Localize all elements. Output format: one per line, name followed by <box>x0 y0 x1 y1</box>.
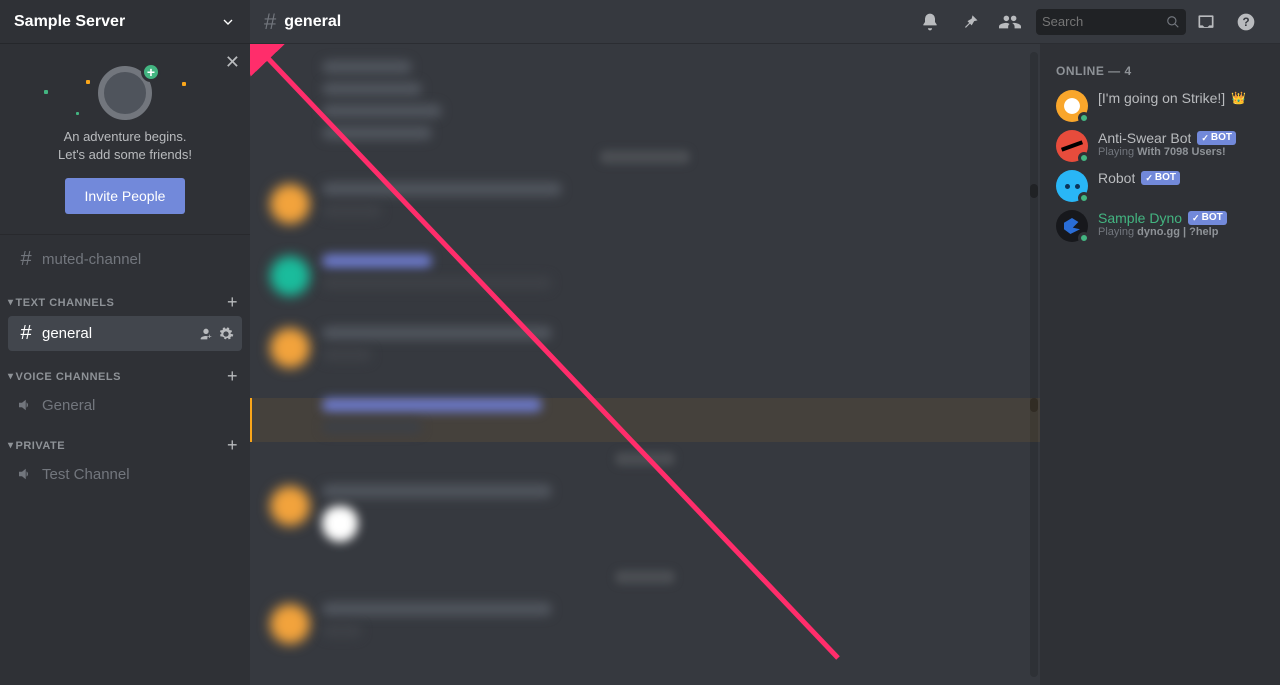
bot-tag: ✓BOT <box>1188 211 1227 225</box>
welcome-line2: Let's add some friends! <box>58 146 192 164</box>
chevron-down-icon <box>220 14 236 30</box>
invite-people-button[interactable]: Invite People <box>65 178 186 214</box>
category-label: PRIVATE <box>16 440 227 452</box>
bot-tag: ✓BOT <box>1141 171 1180 185</box>
channel-name: general <box>284 13 341 31</box>
message-blurred <box>250 326 1040 370</box>
chat-area <box>250 44 1040 685</box>
create-channel-icon[interactable]: + <box>227 435 238 456</box>
member-list: ONLINE — 4 [I'm going on Strike!] 👑 Anti-S… <box>1040 44 1280 685</box>
svg-text:?: ? <box>1242 16 1249 29</box>
message-blurred <box>250 60 1040 140</box>
members-online-header: ONLINE — 4 <box>1048 64 1272 86</box>
channel-label: Test Channel <box>42 466 234 483</box>
category-voice-channels[interactable]: ▾ VOICE CHANNELS + <box>0 352 250 389</box>
status-online-icon <box>1078 192 1090 204</box>
gear-icon[interactable] <box>218 326 234 342</box>
status-online-icon <box>1078 232 1090 244</box>
welcome-card: ✕ + An adventure begins. Let's add some … <box>0 44 250 235</box>
pinned-messages-icon[interactable] <box>956 8 984 36</box>
member-name: Sample Dyno <box>1098 210 1182 226</box>
channel-sidebar: ✕ + An adventure begins. Let's add some … <box>0 44 250 685</box>
server-header[interactable]: Sample Server <box>0 0 250 44</box>
speaker-icon <box>16 465 36 483</box>
status-online-icon <box>1078 152 1090 164</box>
channel-label: General <box>42 397 234 414</box>
create-channel-icon[interactable]: + <box>227 366 238 387</box>
create-invite-icon[interactable] <box>198 326 214 342</box>
avatar <box>1056 90 1088 122</box>
date-divider <box>270 570 1020 584</box>
chevron-down-icon: ▾ <box>8 297 14 308</box>
notifications-icon[interactable] <box>916 8 944 36</box>
status-online-icon <box>1078 112 1090 124</box>
welcome-line1: An adventure begins. <box>64 128 187 146</box>
crown-icon: 👑 <box>1231 91 1246 105</box>
message-blurred <box>250 182 1040 226</box>
search-box[interactable] <box>1036 9 1186 35</box>
message-blurred <box>250 602 1040 646</box>
member-name: Robot <box>1098 170 1135 186</box>
member-item[interactable]: [I'm going on Strike!] 👑 <box>1048 86 1272 126</box>
search-input[interactable] <box>1042 14 1152 29</box>
date-divider <box>270 452 1020 466</box>
channel-label: muted-channel <box>42 251 234 268</box>
category-label: VOICE CHANNELS <box>16 371 227 383</box>
channel-list: # muted-channel ▾ TEXT CHANNELS + # gene… <box>0 235 250 685</box>
category-label: TEXT CHANNELS <box>16 297 227 309</box>
member-activity: Playing dyno.gg | ?help <box>1098 226 1227 238</box>
member-item[interactable]: Robot ✓BOT <box>1048 166 1272 206</box>
member-item[interactable]: Anti-Swear Bot ✓BOTPlaying With 7098 User… <box>1048 126 1272 166</box>
voice-channel-general[interactable]: General <box>8 390 242 420</box>
channel-header: # general ? <box>250 0 1280 44</box>
channel-muted[interactable]: # muted-channel <box>8 242 242 277</box>
plus-icon: + <box>141 62 161 82</box>
chevron-down-icon: ▾ <box>8 440 14 451</box>
channel-label: general <box>42 325 198 342</box>
help-icon[interactable]: ? <box>1232 8 1260 36</box>
search-icon <box>1166 15 1180 29</box>
create-channel-icon[interactable]: + <box>227 292 238 313</box>
member-item[interactable]: Sample Dyno ✓BOTPlaying dyno.gg | ?help <box>1048 206 1272 246</box>
voice-channel-test[interactable]: Test Channel <box>8 459 242 489</box>
server-name: Sample Server <box>14 13 125 31</box>
message-mention-blurred <box>250 398 1040 442</box>
member-name: Anti-Swear Bot <box>1098 130 1191 146</box>
speaker-icon <box>16 396 36 414</box>
hash-icon: # <box>16 248 36 271</box>
member-list-icon[interactable] <box>996 8 1024 36</box>
message-blurred <box>250 254 1040 298</box>
category-text-channels[interactable]: ▾ TEXT CHANNELS + <box>0 278 250 315</box>
hash-icon: # <box>16 322 36 345</box>
avatar <box>1056 210 1088 242</box>
chevron-down-icon: ▾ <box>8 371 14 382</box>
inbox-icon[interactable] <box>1192 8 1220 36</box>
member-name: [I'm going on Strike!] <box>1098 90 1225 106</box>
member-activity: Playing With 7098 Users! <box>1098 146 1236 158</box>
message-blurred <box>250 484 1040 542</box>
welcome-art: + <box>16 62 234 122</box>
category-private[interactable]: ▾ PRIVATE + <box>0 421 250 458</box>
channel-general[interactable]: # general <box>8 316 242 351</box>
bot-tag: ✓BOT <box>1197 131 1236 145</box>
hash-icon: # <box>264 9 276 35</box>
avatar <box>1056 130 1088 162</box>
date-divider <box>270 150 1020 164</box>
avatar <box>1056 170 1088 202</box>
